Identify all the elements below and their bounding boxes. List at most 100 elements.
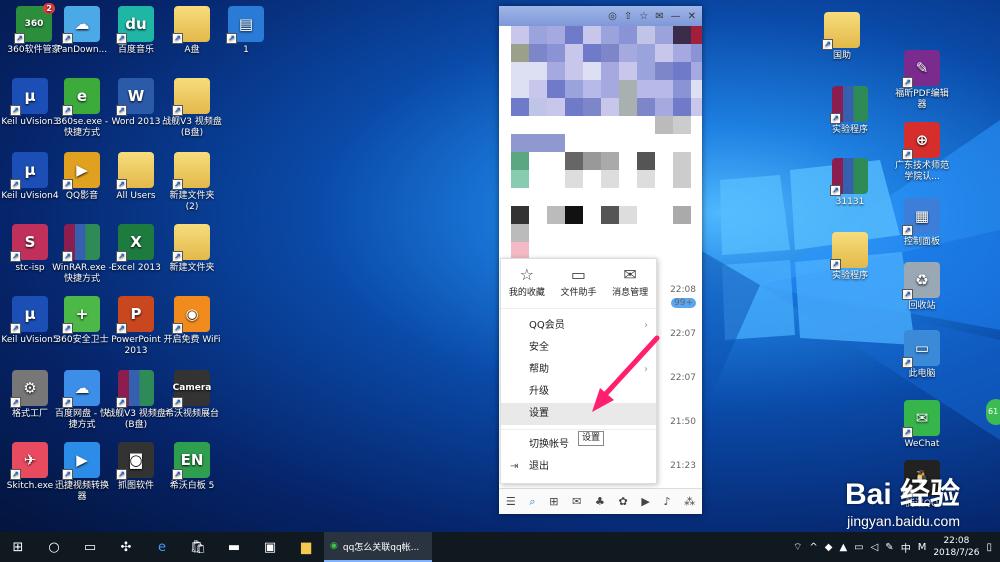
desktop-icon-label: 百度音乐 [117, 45, 154, 55]
ime-label[interactable]: 中 [901, 540, 911, 555]
desktop-icon[interactable]: μ ↗ Keil uVision4 [0, 152, 60, 202]
mosaic-tile [601, 44, 619, 62]
desktop-icon[interactable]: ↗ All Users [106, 152, 166, 202]
shortcut-arrow-icon: ↗ [902, 225, 913, 236]
settings-icon[interactable]: ✿ [618, 495, 627, 508]
music-icon[interactable]: ♪ [663, 495, 670, 508]
message-manager-button[interactable]: ✉ 消息管理 [612, 265, 648, 308]
mail-icon[interactable]: ✉ [655, 11, 663, 22]
search-icon[interactable]: ⌕ [529, 495, 535, 509]
show-desktop-icon[interactable]: ▯ [986, 542, 992, 553]
mosaic-tile [511, 152, 529, 170]
desktop-icon[interactable]: ⊕ ↗ 广东技术师范学院认... [892, 122, 952, 183]
file-assistant-button[interactable]: ▭ 文件助手 [560, 265, 596, 308]
menu-icon[interactable]: ☰ [506, 495, 516, 508]
desktop-icon[interactable]: ✉ ↗ WeChat [892, 400, 952, 450]
desktop-icon[interactable]: ↗ A盘 [162, 6, 222, 56]
mail-icon[interactable]: ✉ [572, 495, 581, 508]
task-view-icon[interactable]: ▭ [72, 532, 108, 562]
desktop-icon-label: 百度网盘 - 快捷方式 [55, 409, 109, 430]
app-icon[interactable]: ▬ [216, 532, 252, 562]
desktop-icon[interactable]: Camera ↗ 希沃视频展台 [162, 370, 222, 420]
desktop-icon[interactable]: + ↗ 360安全卫士 [52, 296, 112, 346]
favorites-button[interactable]: ☆ 我的收藏 [509, 265, 545, 308]
share-icon[interactable]: ⇧ [624, 11, 632, 22]
menu-item-help[interactable]: 帮助 › [501, 359, 656, 381]
menu-item-settings[interactable]: 设置 [501, 403, 656, 425]
desktop-icon[interactable]: μ ↗ Keil uVision3 [0, 78, 60, 128]
desktop-icon[interactable]: ▭ ↗ 此电脑 [892, 330, 952, 380]
cortana-icon[interactable]: ○ [36, 532, 72, 562]
desktop-icon[interactable]: EN ↗ 希沃白板 5 [162, 442, 222, 492]
security-icon[interactable]: ◆ [825, 542, 833, 553]
desktop-icon-label: 抓图软件 [117, 481, 154, 491]
desktop-icon[interactable]: μ ↗ Keil uVision5 [0, 296, 60, 346]
desktop-icon-label: 新建文件夹 [169, 263, 215, 273]
desktop-icon-label: 格式工厂 [11, 409, 48, 419]
desktop-icon[interactable]: P ↗ PowerPoint 2013 [106, 296, 166, 357]
file-assistant-label: 文件助手 [560, 288, 597, 298]
volume-icon[interactable]: ◁ [871, 542, 879, 553]
desktop-icon[interactable]: S ↗ stc-isp [0, 224, 60, 274]
app-icon[interactable]: ⊞ [549, 495, 558, 508]
side-badge[interactable]: 61 [986, 399, 1000, 425]
menu-item-security[interactable]: 安全 [501, 337, 656, 359]
app-icon: ↗ [116, 152, 154, 190]
desktop-icon[interactable]: ▤ ↗ 1 [216, 6, 276, 56]
monitor-icon[interactable]: ▣ [252, 532, 288, 562]
desktop-icon[interactable]: ☁ ↗ 百度网盘 - 快捷方式 [52, 370, 112, 431]
app-icon: S ↗ [10, 224, 48, 262]
desktop-icon[interactable]: ↗ 新建文件夹 [162, 224, 222, 274]
desktop-icon[interactable]: ✎ ↗ 福昕PDF编辑器 [892, 50, 952, 111]
skin-icon[interactable]: ◎ [608, 11, 617, 22]
pen-icon[interactable]: ✎ [885, 542, 893, 553]
up-arrow-icon[interactable]: ^ [809, 542, 817, 553]
desktop-icon[interactable]: ↗ 实验程序 [820, 232, 880, 282]
menu-item-exit[interactable]: ⇥ 退出 [501, 456, 656, 478]
taskbar-active-app[interactable]: ◉ qq怎么关联qq帐... [324, 532, 432, 562]
menu-item-qq-vip[interactable]: QQ会员 › [501, 315, 656, 337]
wifi-icon[interactable]: ⌔ [793, 541, 802, 554]
desktop-icon[interactable]: ▶ ↗ QQ影音 [52, 152, 112, 202]
notification-icon[interactable]: ▲ [839, 542, 847, 553]
minimize-icon[interactable]: — [671, 11, 681, 22]
start-button[interactable]: ⊞ [0, 532, 36, 562]
star-icon[interactable]: ☆ [639, 11, 648, 22]
desktop-icon[interactable]: ☁ ↗ PanDown... [52, 6, 112, 56]
more-icon[interactable]: ⁂ [684, 495, 695, 508]
shortcut-arrow-icon: ↗ [902, 149, 913, 160]
mosaic-tile [565, 44, 583, 62]
desktop-icon[interactable]: ◙ ↗ 抓图软件 [106, 442, 166, 492]
desktop-icon[interactable]: ↗ 实验程序 [820, 86, 880, 136]
desktop-icon[interactable]: ♻ ↗ 回收站 [892, 262, 952, 312]
clock[interactable]: 22:08 2018/7/26 [933, 535, 979, 559]
fan-app-icon[interactable]: ✣ [108, 532, 144, 562]
desktop-icon[interactable]: ◉ ↗ 开启免费 WiFi [162, 296, 222, 346]
explorer-icon[interactable]: ▆ [288, 532, 324, 562]
desktop-icon[interactable]: X ↗ Excel 2013 [106, 224, 166, 274]
ime-mode[interactable]: M [918, 542, 927, 553]
menu-item-upgrade[interactable]: 升级 [501, 381, 656, 403]
desktop-icon[interactable]: ↗ 战舰V3 视频盘(B盘) [106, 370, 166, 431]
close-icon[interactable]: ✕ [688, 11, 696, 22]
desktop-icon[interactable]: ↗ 国助 [812, 12, 872, 62]
desktop-icon[interactable]: W ↗ Word 2013 [106, 78, 166, 128]
desktop-icon[interactable]: ↗ 战舰V3 视频盘(B盘) [162, 78, 222, 139]
desktop-icon[interactable]: e ↗ 360se.exe - 快捷方式 [52, 78, 112, 139]
mosaic-tile [673, 116, 691, 134]
desktop-icon[interactable]: ↗ 31131 [820, 158, 880, 208]
desktop-icon[interactable]: ▦ ↗ 控制面板 [892, 198, 952, 248]
mosaic-tile [619, 44, 637, 62]
edge-icon[interactable]: e [144, 532, 180, 562]
desktop-icon[interactable]: ✈ ↗ Skitch.exe [0, 442, 60, 492]
desktop-icon[interactable]: ▶ ↗ 迅捷视频转换器 [52, 442, 112, 503]
game-icon[interactable]: ♣ [595, 495, 605, 508]
battery-icon[interactable]: ▭ [854, 542, 863, 553]
store-icon[interactable]: 🛍 [180, 532, 216, 562]
desktop-icon[interactable]: du ↗ 百度音乐 [106, 6, 166, 56]
video-icon[interactable]: ▶ [641, 495, 649, 508]
desktop-icon[interactable]: ↗ 新建文件夹 (2) [162, 152, 222, 213]
mosaic-tile [673, 80, 691, 98]
desktop-icon[interactable]: ↗ WinRAR.exe - 快捷方式 [52, 224, 112, 285]
desktop-icon[interactable]: ⚙ ↗ 格式工厂 [0, 370, 60, 420]
